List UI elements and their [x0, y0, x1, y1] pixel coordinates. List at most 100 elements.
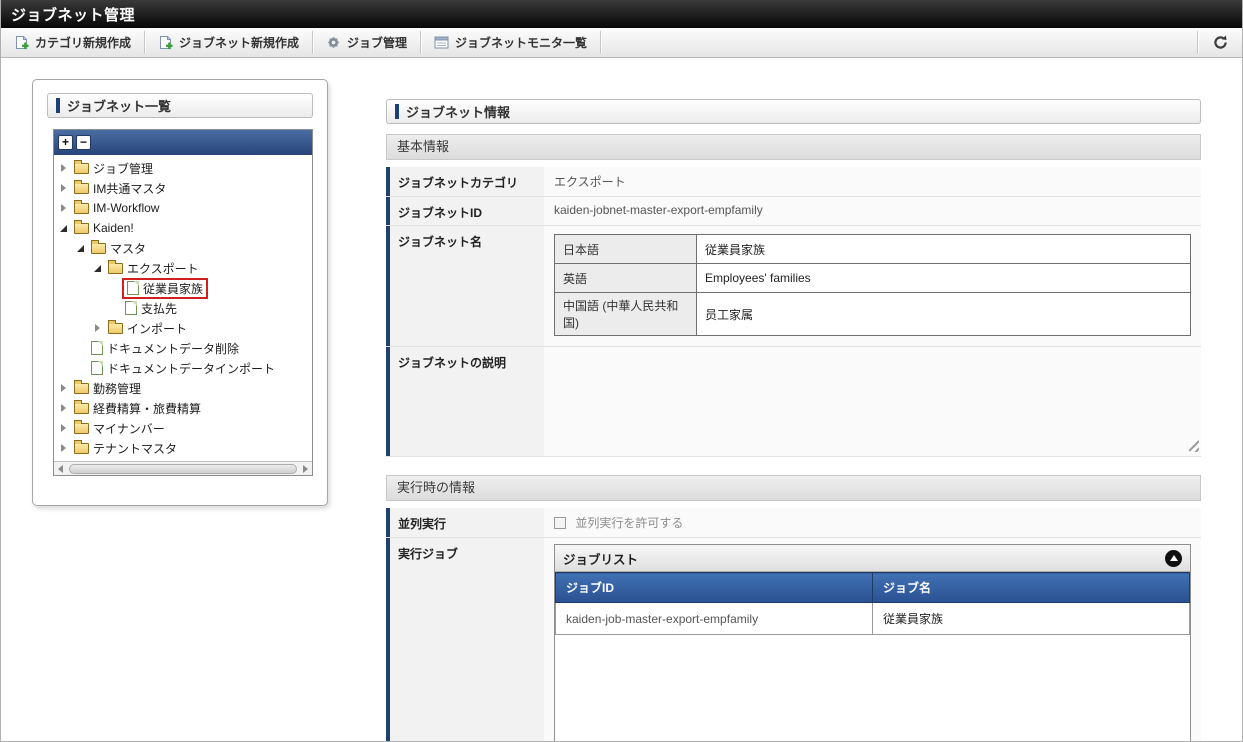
tree-item[interactable]: Kaiden!: [54, 218, 312, 238]
tree-node[interactable]: IM共通マスタ: [71, 179, 169, 198]
tree-item-label: IM-Workflow: [93, 201, 159, 215]
job-management-label: ジョブ管理: [347, 34, 407, 51]
jobnet-name-value: 日本語従業員家族英語Employees' families中国語 (中華人民共和…: [544, 226, 1201, 346]
page-title: ジョブネット管理: [11, 4, 135, 25]
expand-node-icon[interactable]: [57, 161, 71, 175]
collapse-all-button[interactable]: −: [76, 135, 91, 150]
job-management-button[interactable]: ジョブ管理: [313, 28, 420, 57]
jobnet-id-row: ジョブネットID kaiden-jobnet-master-export-emp…: [386, 197, 1201, 226]
collapse-node-icon[interactable]: [57, 221, 71, 235]
folder-icon: [108, 323, 123, 334]
expand-node-icon[interactable]: [57, 401, 71, 415]
expand-node-icon[interactable]: [57, 441, 71, 455]
expand-node-icon[interactable]: [57, 201, 71, 215]
expand-node-icon[interactable]: [57, 181, 71, 195]
tree-item[interactable]: ドキュメントデータ削除: [54, 338, 312, 358]
folder-icon: [74, 223, 89, 234]
tree-item[interactable]: 勤務管理: [54, 378, 312, 398]
parallel-exec-checkbox-label: 並列実行を許可する: [575, 516, 683, 530]
tree-item-label: 勤務管理: [93, 380, 141, 397]
new-category-document-icon: [14, 35, 29, 50]
folder-icon: [74, 403, 89, 414]
scroll-left-arrow-icon[interactable]: [54, 462, 68, 476]
tree-item[interactable]: エクスポート: [54, 258, 312, 278]
expand-node-icon[interactable]: [57, 381, 71, 395]
tree-item[interactable]: インポート: [54, 318, 312, 338]
tree-item-label: Kaiden!: [93, 221, 134, 235]
job-list-title: ジョブリスト: [563, 549, 638, 568]
section-basic-info: 基本情報: [386, 134, 1201, 160]
monitor-list-icon: [434, 35, 449, 50]
collapse-joblist-button[interactable]: [1165, 550, 1182, 567]
create-category-button[interactable]: カテゴリ新規作成: [1, 28, 144, 57]
tree-item-label: IM共通マスタ: [93, 180, 166, 197]
jobnet-list-title-bar: ジョブネット一覧: [47, 93, 313, 118]
tree-item[interactable]: 従業員家族: [54, 278, 312, 298]
expand-all-button[interactable]: +: [58, 135, 73, 150]
jobnet-tree-box: + − ジョブ管理 IM共通マスタ IM-Workflow Kaiden! マスタエクス…: [53, 129, 313, 476]
tree-node[interactable]: ジョブ管理: [71, 159, 156, 178]
jobnet-name-label: ジョブネット名: [386, 226, 544, 346]
tree-node[interactable]: IM-Workflow: [71, 200, 162, 216]
jobnet-id-value: kaiden-jobnet-master-export-empfamily: [544, 197, 1201, 225]
tree-item[interactable]: ジョブ管理: [54, 158, 312, 178]
tree-node[interactable]: 支払先: [122, 299, 180, 318]
collapse-node-icon[interactable]: [74, 241, 88, 255]
tree-node[interactable]: 経費精算・旅費精算: [71, 399, 204, 418]
tree-node[interactable]: Kaiden!: [71, 220, 137, 236]
tree-item-label: マスタ: [110, 240, 146, 257]
scrollbar-thumb[interactable]: [69, 464, 297, 474]
tree-node[interactable]: テナントマスタ: [71, 439, 180, 458]
tree-node[interactable]: ドキュメントデータ削除: [88, 339, 242, 358]
expand-node-icon[interactable]: [91, 321, 105, 335]
tree-node[interactable]: ドキュメントデータインポート: [88, 359, 278, 378]
page-icon: [127, 281, 139, 295]
category-label: ジョブネットカテゴリ: [386, 167, 544, 196]
tree-item[interactable]: ドキュメントデータインポート: [54, 358, 312, 378]
tree-item[interactable]: IM-Workflow: [54, 198, 312, 218]
collapse-node-icon[interactable]: [91, 261, 105, 275]
parallel-exec-checkbox[interactable]: [554, 517, 566, 529]
tree-indent: [74, 341, 88, 355]
expand-node-icon[interactable]: [57, 421, 71, 435]
tree-item-label: ドキュメントデータインポート: [107, 360, 275, 377]
description-textarea[interactable]: [554, 353, 1191, 449]
tree-item-label: ジョブ管理: [93, 160, 153, 177]
gear-icon: [326, 35, 341, 50]
tree-item-label: 支払先: [141, 300, 177, 317]
tree-item[interactable]: 支払先: [54, 298, 312, 318]
create-jobnet-button[interactable]: ジョブネット新規作成: [145, 28, 312, 57]
jobnet-tree: ジョブ管理 IM共通マスタ IM-Workflow Kaiden! マスタエクスポート従…: [54, 155, 312, 461]
jobnet-list-title: ジョブネット一覧: [67, 96, 171, 115]
jobnet-monitor-button[interactable]: ジョブネットモニタ一覧: [421, 28, 600, 57]
tree-node[interactable]: 勤務管理: [71, 379, 144, 398]
tree-horizontal-scrollbar[interactable]: [54, 461, 312, 475]
tree-node[interactable]: マスタ: [88, 239, 149, 258]
title-bar: ジョブネット管理: [1, 0, 1242, 28]
job-table-body: kaiden-job-master-export-empfamily従業員家族: [556, 603, 1190, 635]
tree-item[interactable]: 経費精算・旅費精算: [54, 398, 312, 418]
scroll-right-arrow-icon[interactable]: [298, 462, 312, 476]
exec-jobs-value: ジョブリスト ジョブIDジョブ名 kaiden-job-master-expor…: [544, 538, 1201, 742]
tree-item[interactable]: テナントマスタ: [54, 438, 312, 458]
create-category-label: カテゴリ新規作成: [35, 34, 131, 51]
tree-node[interactable]: エクスポート: [105, 259, 202, 278]
tree-node[interactable]: マイナンバー: [71, 419, 168, 438]
tree-node-selected[interactable]: 従業員家族: [122, 278, 208, 299]
job-table-row[interactable]: kaiden-job-master-export-empfamily従業員家族: [556, 603, 1190, 635]
tree-item[interactable]: マイナンバー: [54, 418, 312, 438]
tree-item-label: エクスポート: [127, 260, 199, 277]
name-table-body: 日本語従業員家族英語Employees' families中国語 (中華人民共和…: [555, 235, 1191, 336]
create-jobnet-label: ジョブネット新規作成: [179, 34, 299, 51]
folder-icon: [74, 383, 89, 394]
name-value-cell: 员工家属: [697, 293, 1191, 336]
tree-node[interactable]: インポート: [105, 319, 190, 338]
tree-item[interactable]: IM共通マスタ: [54, 178, 312, 198]
jobnet-info-panel: ジョブネット情報 基本情報 ジョブネットカテゴリ エクスポート ジョブネットID…: [386, 99, 1201, 742]
folder-icon: [91, 243, 106, 254]
parallel-exec-label: 並列実行: [386, 508, 544, 537]
refresh-icon: [1212, 34, 1229, 51]
resize-grip-icon[interactable]: [1186, 439, 1199, 452]
tree-item[interactable]: マスタ: [54, 238, 312, 258]
refresh-button[interactable]: [1198, 28, 1242, 57]
